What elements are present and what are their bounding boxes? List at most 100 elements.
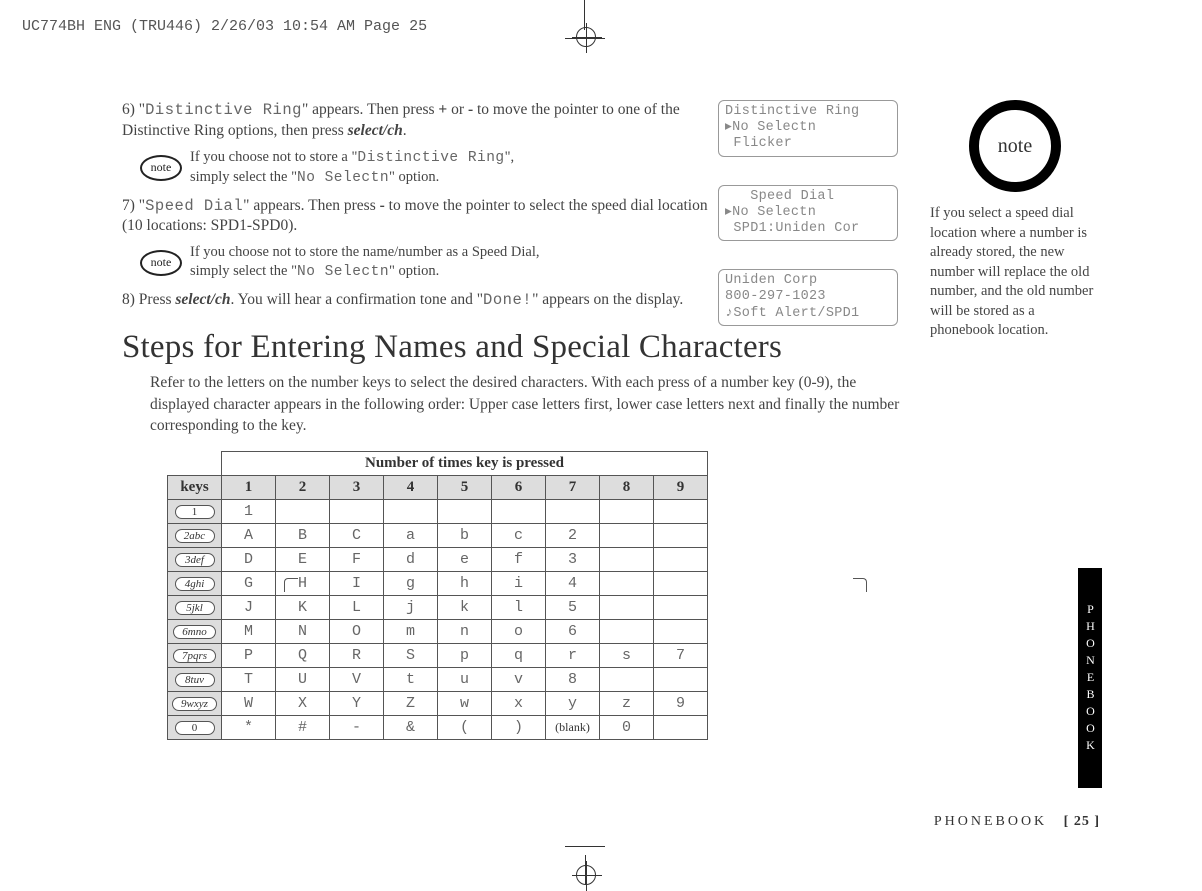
char-cell: Z <box>384 692 438 716</box>
char-cell: # <box>276 716 330 740</box>
char-cell: z <box>600 692 654 716</box>
key-cell: 5jkl <box>168 596 222 620</box>
char-cell: 4 <box>546 572 600 596</box>
keypad-key-icon: 9wxyz <box>172 697 217 711</box>
text: 8) Press <box>122 291 175 308</box>
key-cell: 9wxyz <box>168 692 222 716</box>
char-cell: ( <box>438 716 492 740</box>
key-select-ch: select/ch <box>348 122 403 139</box>
char-cell <box>654 716 708 740</box>
char-cell: p <box>438 644 492 668</box>
key-select-ch: select/ch <box>175 291 230 308</box>
registration-mark-icon <box>576 865 596 885</box>
char-cell: s <box>600 644 654 668</box>
char-cell: ) <box>492 716 546 740</box>
char-cell: - <box>330 716 384 740</box>
col-header: 8 <box>600 476 654 500</box>
col-header: 3 <box>330 476 384 500</box>
char-cell <box>600 596 654 620</box>
char-cell: 6 <box>546 620 600 644</box>
char-cell <box>654 548 708 572</box>
char-cell: 9 <box>654 692 708 716</box>
keypad-key-icon: 2abc <box>175 529 215 543</box>
lcd-text: Speed Dial <box>145 197 243 215</box>
char-cell: (blank) <box>546 716 600 740</box>
char-cell <box>330 500 384 524</box>
char-cell: u <box>438 668 492 692</box>
col-header: 2 <box>276 476 330 500</box>
char-cell: R <box>330 644 384 668</box>
key-plus: + <box>438 101 447 118</box>
char-cell: I <box>330 572 384 596</box>
char-cell: f <box>492 548 546 572</box>
char-cell: L <box>330 596 384 620</box>
char-cell: m <box>384 620 438 644</box>
char-cell: S <box>384 644 438 668</box>
keypad-key-icon: 5jkl <box>175 601 215 615</box>
lcd-text: Distinctive Ring <box>145 101 302 119</box>
char-cell: e <box>438 548 492 572</box>
side-note-text: If you select a speed dial location wher… <box>930 204 1100 341</box>
keypad-key-icon: 1 <box>175 505 215 519</box>
char-cell: y <box>546 692 600 716</box>
text: " appears on the display. <box>532 291 683 308</box>
char-cell <box>600 572 654 596</box>
registration-mark-icon <box>576 27 596 47</box>
char-cell: C <box>330 524 384 548</box>
char-cell <box>654 524 708 548</box>
char-cell: W <box>222 692 276 716</box>
char-cell: i <box>492 572 546 596</box>
lcd-screen-2: Speed Dial ▸No Selectn SPD1:Uniden Cor <box>718 185 898 242</box>
char-cell <box>438 500 492 524</box>
char-cell: D <box>222 548 276 572</box>
step-8: 8) Press select/ch. You will hear a conf… <box>122 290 712 311</box>
char-cell <box>654 500 708 524</box>
char-cell: X <box>276 692 330 716</box>
text: 7) " <box>122 197 145 214</box>
lcd-screen-1: Distinctive Ring ▸No Selectn Flicker <box>718 100 898 157</box>
char-cell <box>654 668 708 692</box>
char-cell: A <box>222 524 276 548</box>
col-header: 1 <box>222 476 276 500</box>
text: " option. <box>389 263 439 279</box>
col-header: keys <box>168 476 222 500</box>
char-cell <box>546 500 600 524</box>
print-header: UC774BH ENG (TRU446) 2/26/03 10:54 AM Pa… <box>22 18 427 35</box>
step-6: 6) "Distinctive Ring" appears. Then pres… <box>122 100 712 142</box>
char-cell: h <box>438 572 492 596</box>
char-cell <box>600 548 654 572</box>
text: . <box>403 122 407 139</box>
note-ring-icon: note <box>969 100 1061 192</box>
char-cell <box>384 500 438 524</box>
char-cell: 8 <box>546 668 600 692</box>
char-cell <box>600 668 654 692</box>
char-cell: t <box>384 668 438 692</box>
text: or <box>447 101 468 118</box>
note-text: If you choose not to store the name/numb… <box>190 243 540 282</box>
char-cell: 0 <box>600 716 654 740</box>
char-cell: J <box>222 596 276 620</box>
key-cell: 2abc <box>168 524 222 548</box>
keypad-key-icon: 6mno <box>173 625 215 639</box>
char-cell: d <box>384 548 438 572</box>
char-cell: V <box>330 668 384 692</box>
table-corner-icon <box>853 578 867 592</box>
lcd-text: No Selectn <box>297 264 389 280</box>
text: If you choose not to store a " <box>190 149 357 165</box>
char-cell: G <box>222 572 276 596</box>
col-header: 9 <box>654 476 708 500</box>
char-cell: q <box>492 644 546 668</box>
side-note: note If you select a speed dial location… <box>930 100 1100 341</box>
keypad-key-icon: 0 <box>175 721 215 735</box>
char-cell <box>600 500 654 524</box>
char-cell: 2 <box>546 524 600 548</box>
char-cell <box>654 572 708 596</box>
keypad-key-icon: 8tuv <box>175 673 215 687</box>
char-cell: N <box>276 620 330 644</box>
table-header: Number of times key is pressed <box>222 452 708 476</box>
char-cell: Q <box>276 644 330 668</box>
char-cell: v <box>492 668 546 692</box>
char-cell: F <box>330 548 384 572</box>
note-text: If you choose not to store a "Distinctiv… <box>190 148 514 188</box>
char-cell: M <box>222 620 276 644</box>
